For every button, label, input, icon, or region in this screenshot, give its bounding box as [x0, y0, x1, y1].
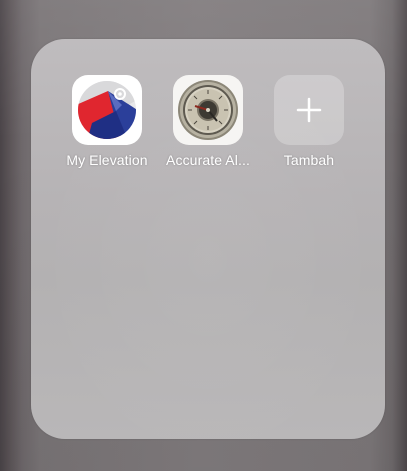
my-elevation-app-icon[interactable]: [72, 75, 142, 145]
add-label: Tambah: [283, 152, 335, 168]
app-accurate-altimeter[interactable]: Accurate Al...: [153, 75, 263, 168]
app-folder: My Elevation Accurate Al... Tambah: [31, 39, 385, 439]
app-my-elevation[interactable]: My Elevation: [52, 75, 162, 168]
add-app-button[interactable]: Tambah: [254, 75, 364, 168]
plus-icon[interactable]: [274, 75, 344, 145]
home-screen: My Elevation Accurate Al... Tambah: [0, 0, 407, 471]
altimeter-gauge-app-icon[interactable]: [173, 75, 243, 145]
app-label: Accurate Al...: [166, 152, 250, 168]
app-label: My Elevation: [66, 152, 148, 168]
